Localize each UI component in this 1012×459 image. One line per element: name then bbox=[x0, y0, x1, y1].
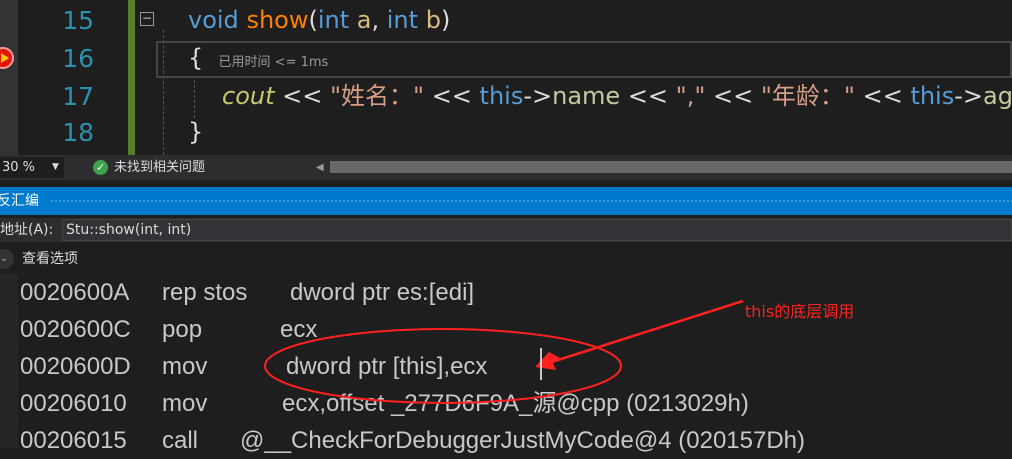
annotation-layer bbox=[264, 300, 744, 404]
annotation-ellipse bbox=[264, 328, 622, 404]
annotation-text: this的底层调用 bbox=[745, 302, 855, 321]
annotation-arrow bbox=[535, 300, 744, 370]
